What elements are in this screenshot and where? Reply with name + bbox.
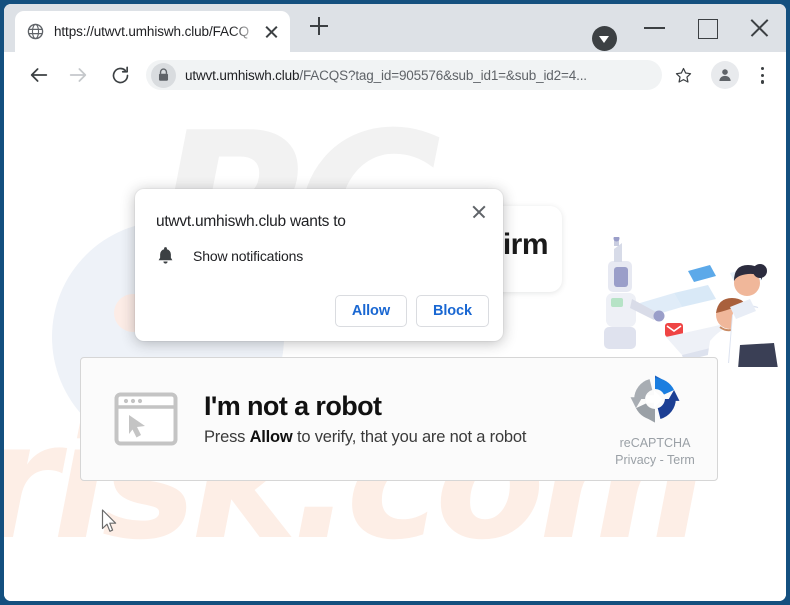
minimize-button[interactable]	[632, 12, 678, 42]
tab-strip: https://utwvt.umhiswh.club/FACQ	[4, 4, 786, 52]
browser-tab[interactable]: https://utwvt.umhiswh.club/FACQ	[15, 11, 290, 52]
url-path: /FACQS?tag_id=905576&sub_id1=&sub_id2=4.…	[299, 67, 587, 83]
block-button[interactable]: Block	[416, 295, 489, 327]
close-icon[interactable]	[466, 199, 492, 225]
bell-icon	[158, 247, 173, 264]
fake-captcha-card[interactable]: I'm not a robot Press Allow to verify, t…	[80, 357, 718, 481]
close-tab-icon[interactable]	[260, 21, 282, 43]
profile-button[interactable]	[711, 61, 739, 89]
back-button[interactable]	[22, 58, 56, 92]
page-viewport: PC risk.com irm	[4, 98, 786, 601]
page-title: irm	[502, 228, 549, 261]
tab-title: https://utwvt.umhiswh.club/FACQ	[54, 24, 249, 39]
captcha-heading: I'm not a robot	[204, 390, 382, 421]
back-arrow-icon	[30, 68, 48, 82]
reload-button[interactable]	[103, 58, 137, 92]
recaptcha-brand-links[interactable]: Privacy - Term	[597, 453, 713, 467]
recaptcha-logo-icon	[630, 375, 680, 423]
forward-arrow-icon	[69, 68, 87, 82]
address-bar[interactable]: utwvt.umhiswh.club/FACQS?tag_id=905576&s…	[146, 60, 662, 90]
star-icon	[675, 67, 691, 83]
maximize-button[interactable]	[684, 12, 730, 42]
browser-window-cursor-icon	[114, 392, 178, 446]
screenshot-frame: https://utwvt.umhiswh.club/FACQ utwvt.um…	[0, 0, 790, 605]
recaptcha-branding: reCAPTCHA Privacy - Term	[597, 370, 713, 467]
mouse-pointer-icon	[101, 509, 117, 532]
menu-dot	[760, 67, 764, 71]
captcha-subtext-bold: Allow	[249, 428, 293, 447]
url-host: utwvt.umhiswh.club	[185, 67, 300, 83]
globe-icon	[27, 23, 44, 40]
browser-window: https://utwvt.umhiswh.club/FACQ utwvt.um…	[4, 4, 786, 601]
captcha-subtext: Press Allow to verify, that you are not …	[204, 428, 597, 447]
robot-and-people-illustration	[570, 237, 782, 367]
lock-icon	[158, 68, 169, 81]
chevron-down-icon[interactable]	[592, 26, 617, 51]
reload-icon	[112, 65, 128, 83]
bookmark-button[interactable]	[668, 60, 698, 90]
browser-toolbar: utwvt.umhiswh.club/FACQS?tag_id=905576&s…	[4, 52, 786, 98]
captcha-subtext-suffix: to verify, that you are not a robot	[292, 428, 527, 447]
allow-button[interactable]: Allow	[334, 295, 407, 327]
permission-request-label: Show notifications	[193, 247, 304, 264]
close-window-button[interactable]	[737, 12, 783, 42]
notification-permission-bubble: utwvt.umhiswh.club wants to Show notific…	[135, 189, 503, 341]
profile-avatar-icon	[719, 69, 731, 81]
forward-button	[61, 58, 95, 92]
permission-actions: Allow Block	[334, 295, 489, 327]
captcha-subtext-prefix: Press	[204, 428, 250, 447]
three-dot-menu-icon[interactable]	[748, 60, 776, 90]
permission-request-row: Show notifications	[156, 245, 303, 266]
url-text: utwvt.umhiswh.club/FACQS?tag_id=905576&s…	[185, 68, 658, 83]
permission-title: utwvt.umhiswh.club wants to	[156, 213, 346, 230]
new-tab-button[interactable]	[304, 11, 334, 41]
menu-dot	[760, 80, 764, 84]
site-info-button[interactable]	[151, 62, 176, 88]
recaptcha-brand-name: reCAPTCHA	[619, 436, 691, 450]
captcha-text-block: I'm not a robot Press Allow to verify, t…	[204, 391, 597, 447]
menu-dot	[760, 73, 764, 77]
